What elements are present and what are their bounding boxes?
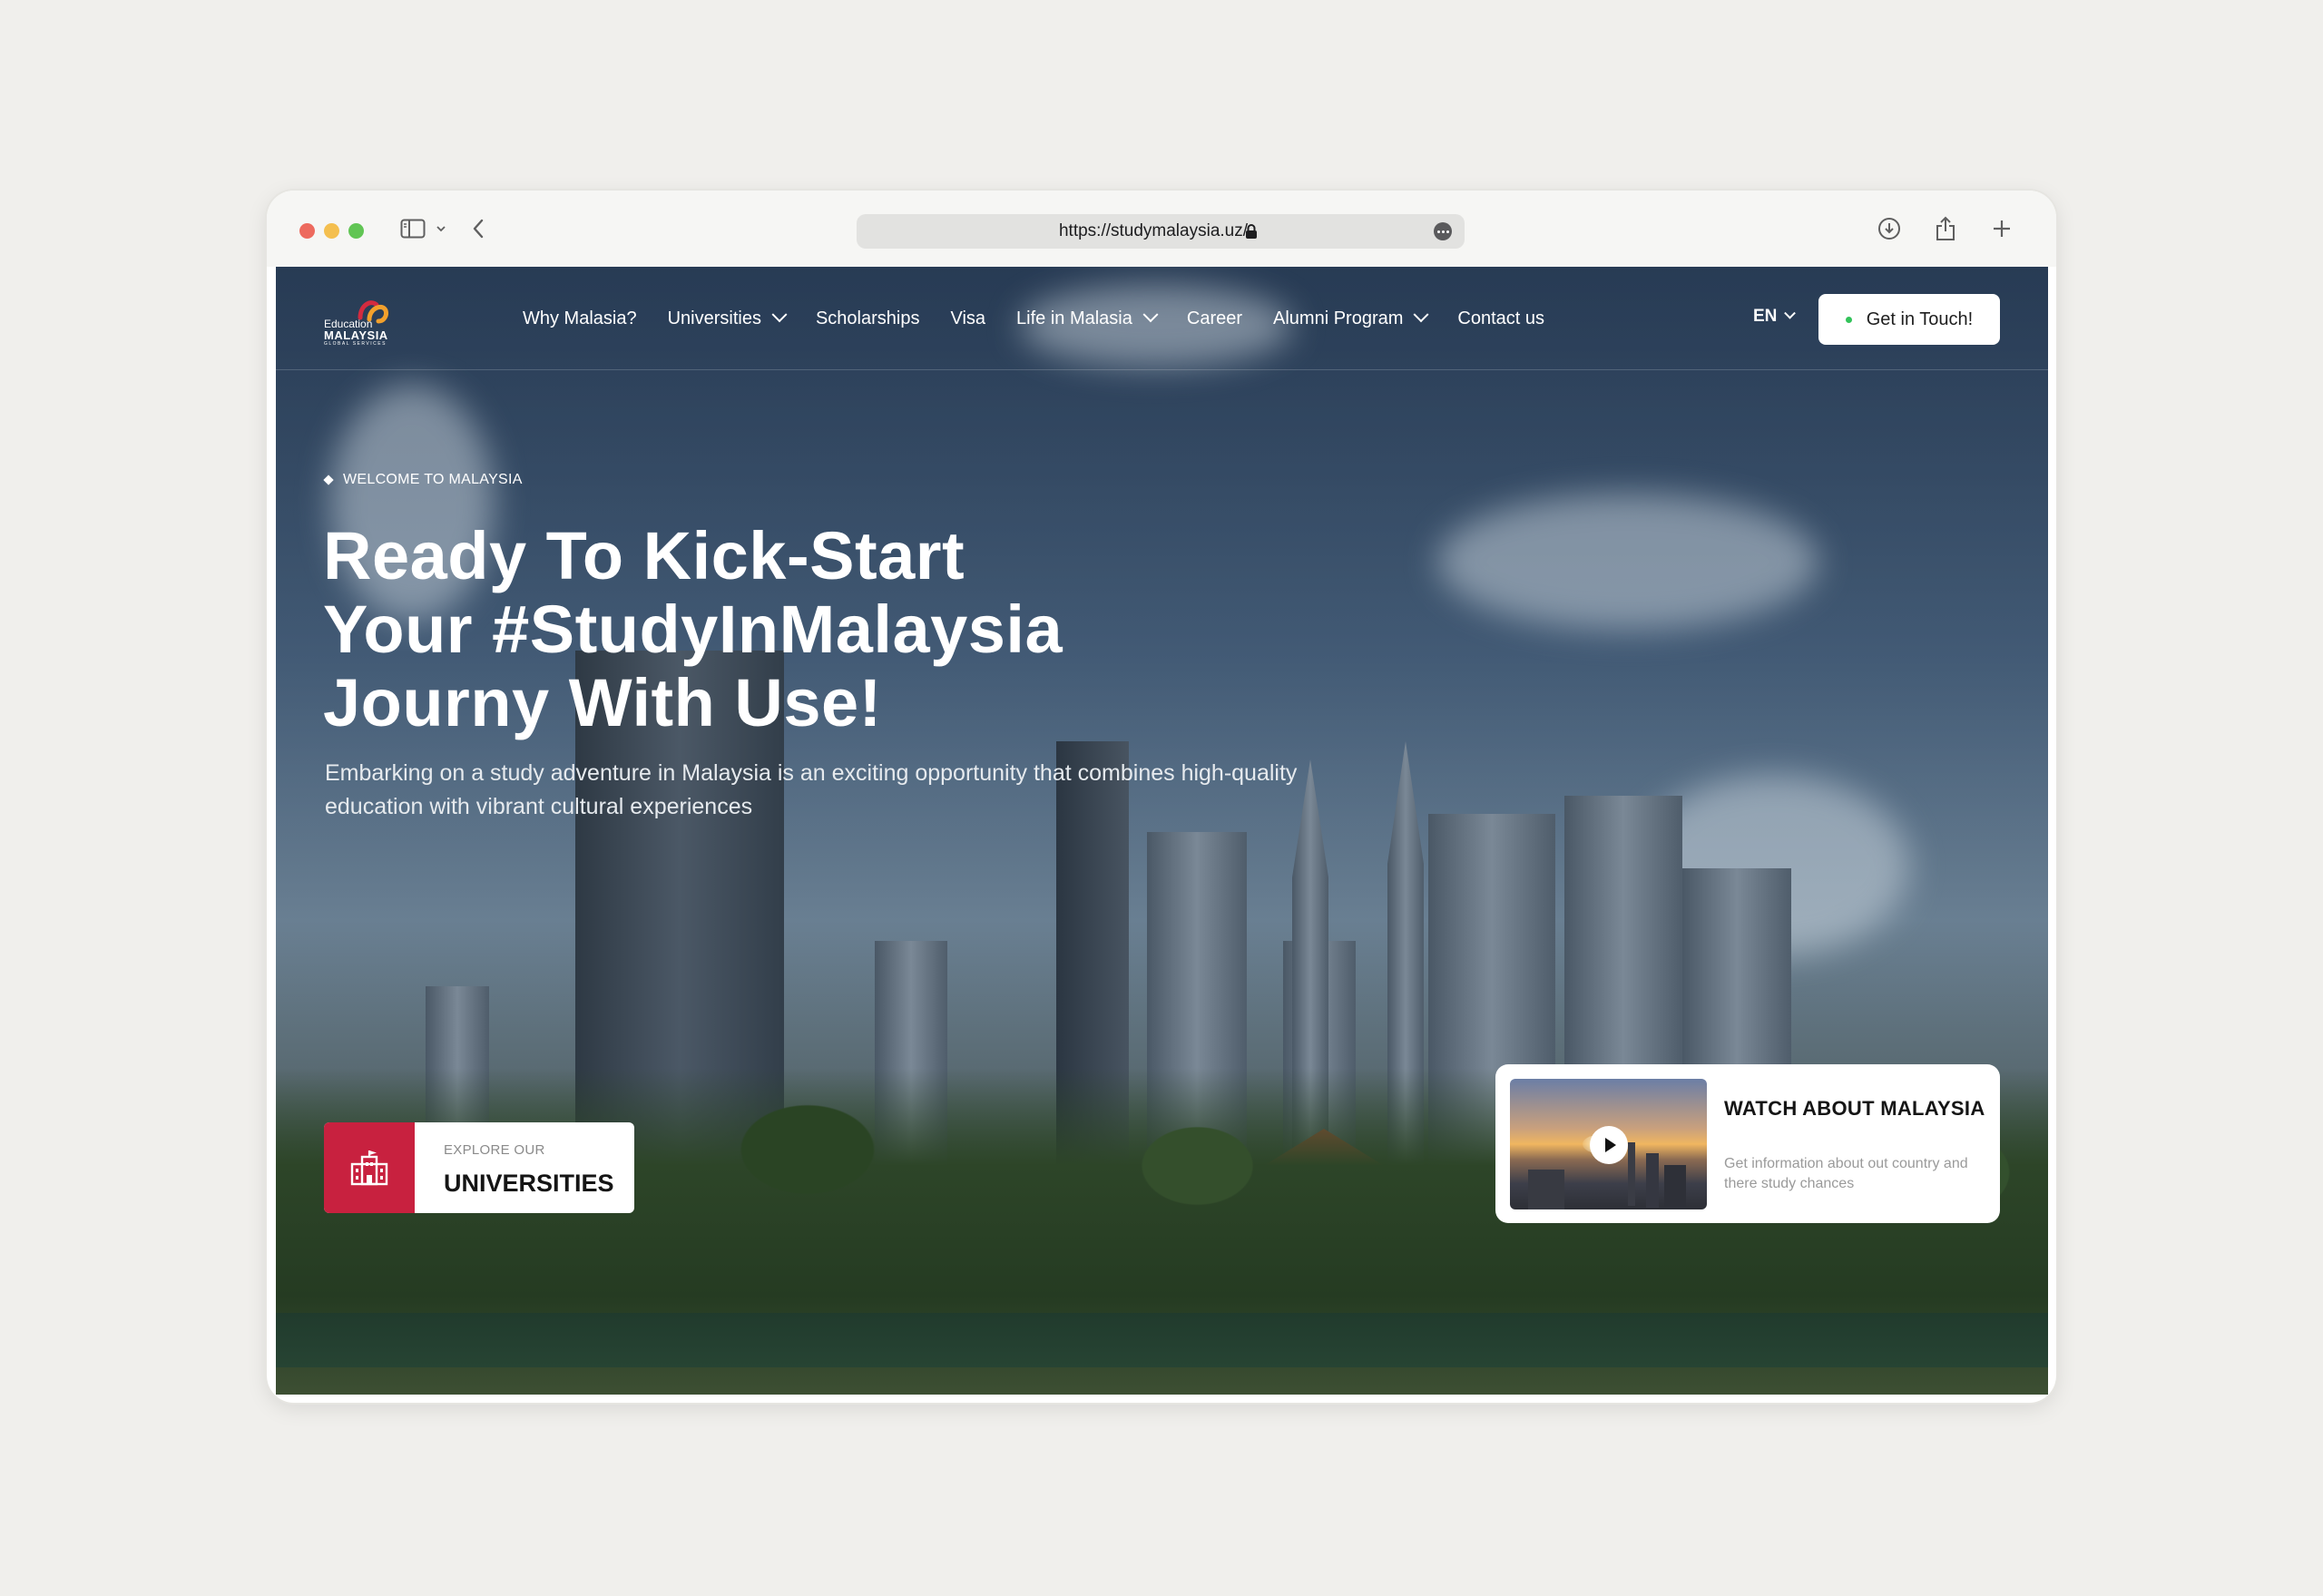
nav-item-career[interactable]: Career	[1187, 308, 1242, 329]
nav-item-label: Life in Malasia	[1016, 308, 1132, 328]
main-navigation: Education MALAYSIA GLOBAL SERVICES Why M…	[276, 267, 2048, 370]
play-icon[interactable]	[1590, 1126, 1628, 1164]
video-card-title: WATCH ABOUT MALAYSIA	[1724, 1097, 1985, 1120]
hero-kicker-text: WELCOME TO MALAYSIA	[343, 472, 523, 487]
nav-item-label: Scholarships	[815, 308, 920, 328]
logo-text-malaysia: MALAYSIA	[324, 328, 388, 342]
logo-text-tagline: GLOBAL SERVICES	[324, 341, 387, 347]
nav-item-label: Contact us	[1457, 308, 1545, 328]
hero-headline-line-1: Ready To Kick-Start	[323, 518, 965, 593]
hero-kicker: WELCOME TO MALAYSIA	[323, 472, 523, 488]
get-in-touch-button[interactable]: Get in Touch!	[1818, 294, 2000, 345]
university-building-icon	[324, 1122, 415, 1213]
universities-card-kicker: EXPLORE OUR	[444, 1142, 545, 1158]
share-icon[interactable]	[1929, 209, 1962, 249]
minimize-window-button[interactable]	[324, 223, 339, 239]
hero-section: Education MALAYSIA GLOBAL SERVICES Why M…	[276, 267, 2048, 1395]
chevron-down-icon	[1413, 307, 1429, 323]
chevron-down-icon[interactable]	[434, 209, 448, 249]
nav-item-universities[interactable]: Universities	[667, 307, 788, 329]
back-arrow-icon[interactable]	[466, 209, 490, 249]
nav-item-why-malasia[interactable]: Why Malasia?	[523, 308, 637, 329]
nav-item-label: Alumni Program	[1273, 308, 1404, 328]
nav-menu: Why Malasia? Universities Scholarships V…	[523, 267, 1575, 370]
chevron-down-icon	[1784, 307, 1797, 319]
hero-headline: Ready To Kick-Start Your #StudyInMalaysi…	[323, 519, 1230, 739]
new-tab-plus-icon[interactable]	[1985, 209, 2018, 249]
status-dot	[1845, 316, 1852, 323]
close-window-button[interactable]	[299, 223, 315, 239]
chevron-down-icon	[771, 307, 788, 323]
video-card-subtitle: Get information about out country and th…	[1724, 1156, 1968, 1191]
hero-description: Embarking on a study adventure in Malays…	[325, 760, 1298, 819]
site-logo[interactable]: Education MALAYSIA GLOBAL SERVICES	[324, 298, 397, 347]
language-label: EN	[1753, 307, 1778, 326]
nav-item-life-in-malasia[interactable]: Life in Malasia	[1016, 307, 1159, 329]
hero-headline-line-3: Journy With Use!	[323, 665, 882, 740]
nav-item-label: Why Malasia?	[523, 308, 637, 328]
universities-card-title: UNIVERSITIES	[444, 1170, 614, 1197]
sidebar-toggle-icon[interactable]	[397, 209, 428, 249]
nav-item-visa[interactable]: Visa	[950, 308, 985, 329]
nav-item-label: Visa	[950, 308, 986, 328]
nav-item-label: Career	[1186, 308, 1243, 328]
page-menu-icon[interactable]	[1434, 222, 1452, 240]
language-selector[interactable]: EN	[1753, 307, 1797, 327]
lock-icon	[1245, 223, 1258, 244]
nav-item-scholarships[interactable]: Scholarships	[816, 308, 920, 329]
explore-universities-card[interactable]: EXPLORE OUR UNIVERSITIES	[324, 1122, 634, 1213]
download-icon[interactable]	[1873, 209, 1906, 249]
nav-item-alumni-program[interactable]: Alumni Program	[1273, 307, 1429, 329]
hero-headline-line-2: Your #StudyInMalaysia	[323, 592, 1063, 667]
maximize-window-button[interactable]	[348, 223, 364, 239]
browser-window: https://studymalaysia.uz/ Education MALA…	[267, 191, 2056, 1403]
nav-item-label: Universities	[667, 308, 761, 328]
address-bar[interactable]: https://studymalaysia.uz/	[857, 214, 1465, 249]
video-thumbnail	[1510, 1079, 1707, 1209]
get-in-touch-label: Get in Touch!	[1866, 308, 1974, 329]
nav-item-contact-us[interactable]: Contact us	[1457, 308, 1544, 329]
diamond-icon	[323, 475, 334, 485]
chevron-down-icon	[1142, 307, 1159, 323]
url-text[interactable]: https://studymalaysia.uz/	[857, 214, 1465, 249]
watch-video-card[interactable]: WATCH ABOUT MALAYSIA Get information abo…	[1495, 1064, 2000, 1223]
browser-toolbar: https://studymalaysia.uz/	[267, 191, 2056, 267]
